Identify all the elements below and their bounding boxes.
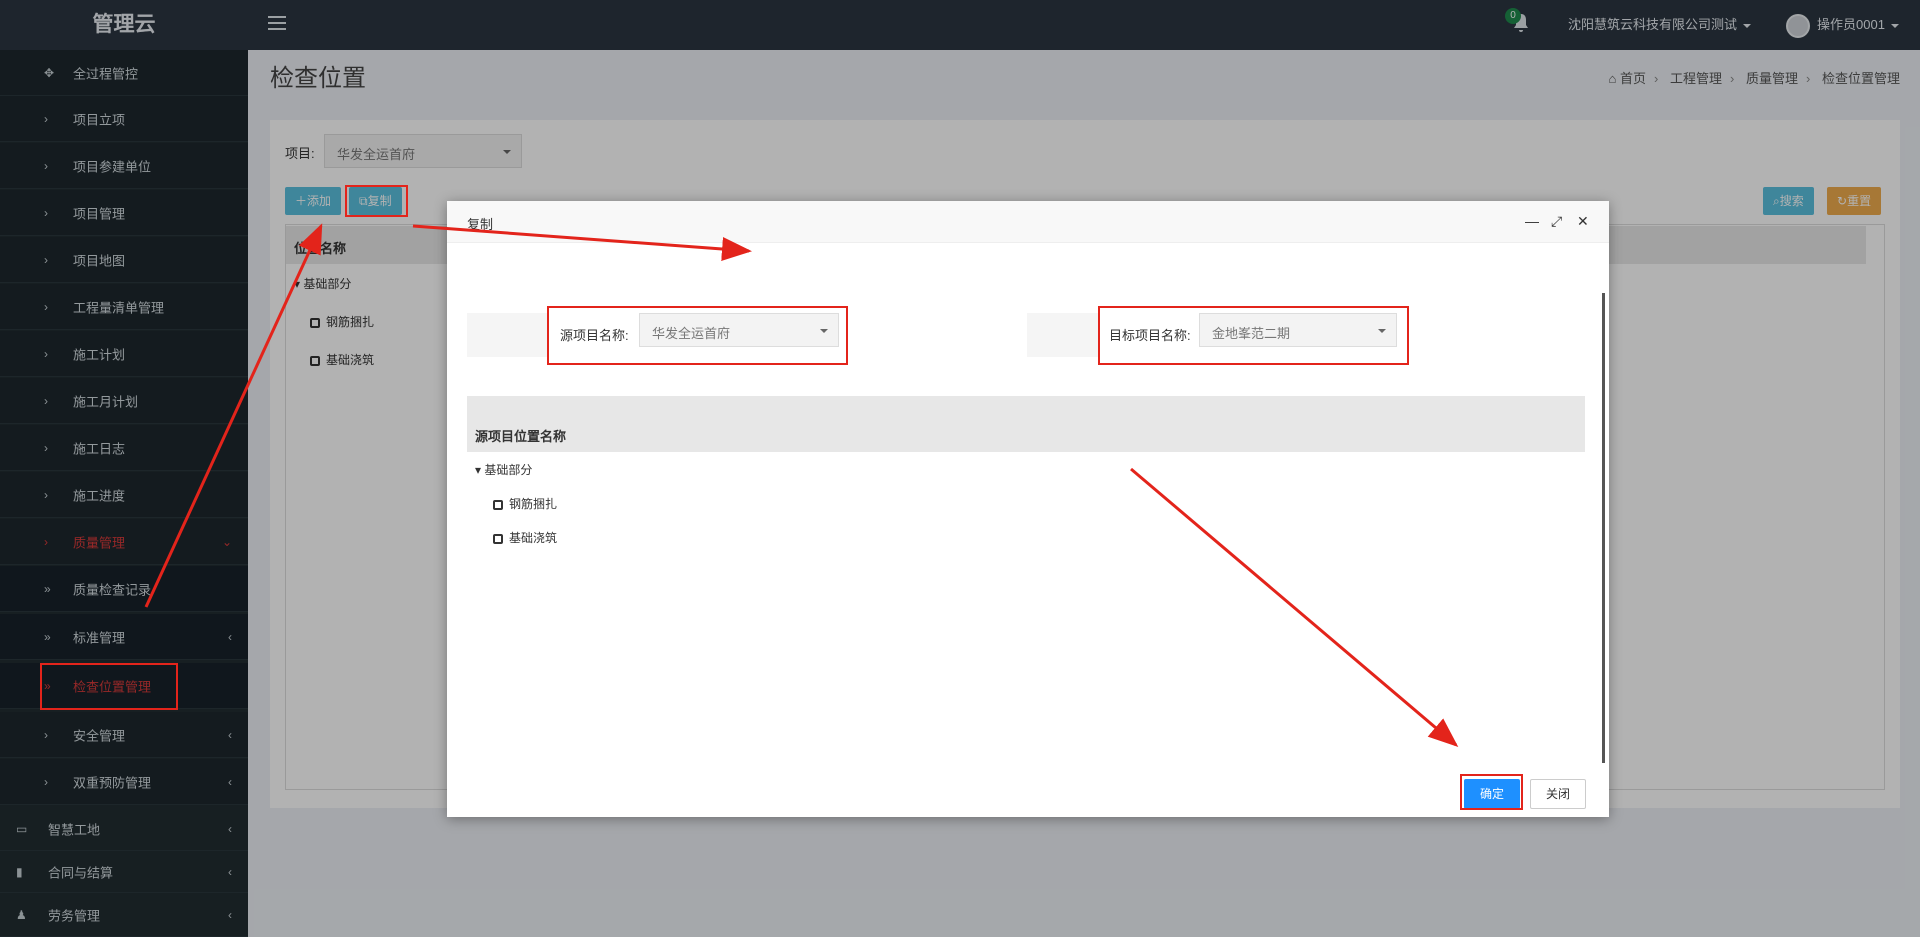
checkbox[interactable] [493, 499, 503, 510]
tree-item[interactable]: 钢筋捆扎 [493, 495, 557, 512]
tree-item-label: 钢筋捆扎 [509, 497, 558, 511]
dialog-header: 复制 — ⤢ ✕ [447, 201, 1609, 243]
scrollbar[interactable] [1602, 293, 1605, 763]
caret-down-icon: ▾ [475, 463, 485, 477]
field-strip [467, 313, 549, 357]
dialog-title: 复制 [467, 217, 494, 232]
close-icon[interactable]: ✕ [1577, 213, 1589, 230]
highlight-check-location [40, 663, 178, 710]
tree-root-label: 基础部分 [484, 463, 533, 477]
highlight-source-project [547, 306, 848, 365]
close-button[interactable]: 关闭 [1530, 779, 1586, 809]
copy-dialog: 复制 — ⤢ ✕ 源项目名称: 华发全运首府 目标项目名称: 金地峯范二期 源项… [447, 201, 1609, 817]
source-locations-header: 源项目位置名称 [467, 396, 1585, 452]
tree-item[interactable]: 基础浇筑 [493, 529, 557, 546]
minimize-icon[interactable]: — [1525, 213, 1539, 229]
field-strip [1027, 313, 1099, 357]
tree-root[interactable]: ▾ 基础部分 [475, 461, 532, 478]
checkbox[interactable] [493, 533, 503, 544]
highlight-copy-button [345, 185, 408, 217]
maximize-icon[interactable]: ⤢ [1551, 213, 1562, 230]
tree-item-label: 基础浇筑 [509, 531, 558, 545]
highlight-target-project [1098, 306, 1409, 365]
highlight-confirm-button [1460, 774, 1523, 810]
